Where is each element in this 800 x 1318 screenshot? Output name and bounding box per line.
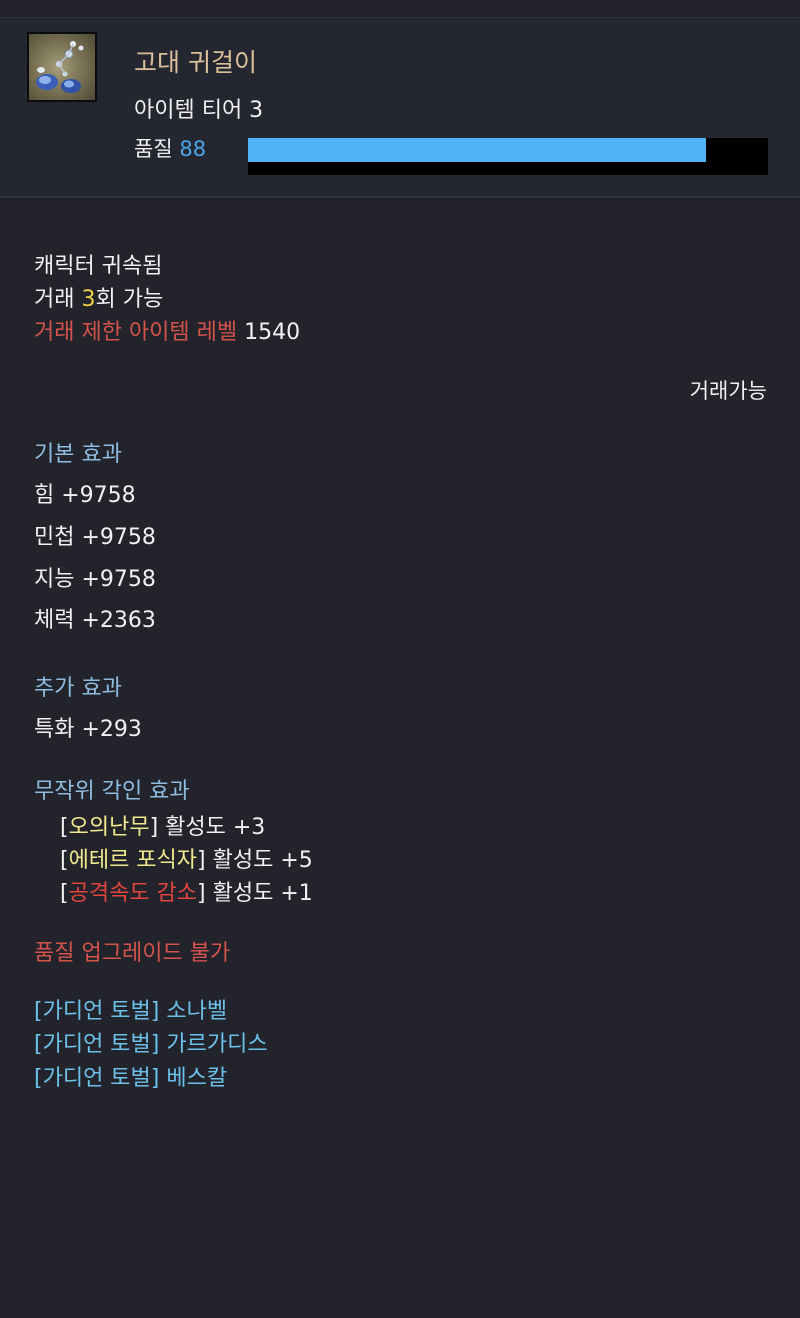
engraving-open-bracket: [	[60, 848, 69, 873]
engraving-line: [에테르 포식자] 활성도 +5	[60, 842, 313, 874]
engraving-name-negative: 공격속도 감소	[68, 881, 198, 906]
engraving-line: [공격속도 감소] 활성도 +1	[60, 875, 313, 907]
item-name: 고대 귀걸이	[134, 48, 257, 77]
quality-upgrade-unavailable: 품질 업그레이드 불가	[34, 941, 231, 966]
quality-label: 품질 88	[134, 133, 206, 163]
quality-value: 88	[179, 137, 207, 161]
engraving-close-bracket: ]	[149, 815, 159, 840]
basic-stat: 힘 +9758	[34, 483, 136, 508]
engraving-activation: 활성도 +3	[158, 815, 266, 840]
quality-bar-fill	[248, 138, 706, 162]
basic-stat: 지능 +9758	[34, 567, 156, 592]
tradeable-status: 거래가능	[689, 379, 767, 403]
trade-count-suffix: 회 가능	[95, 287, 164, 312]
basic-effect-title: 기본 효과	[34, 442, 122, 467]
basic-stat: 체력 +2363	[34, 608, 156, 633]
bound-status: 캐릭터 귀속됨	[34, 254, 163, 279]
engraving-name: 오의난무	[68, 815, 150, 840]
trade-count-prefix: 거래	[34, 287, 82, 312]
guardian-raid-source: [가디언 토벌] 소나벨	[34, 999, 228, 1024]
engraving-title: 무작위 각인 효과	[34, 779, 190, 804]
quality-label-text: 품질	[134, 137, 173, 161]
earring-icon	[27, 32, 97, 102]
basic-stat: 민첩 +9758	[34, 525, 156, 550]
item-tier: 아이템 티어 3	[134, 98, 264, 123]
engraving-line: [오의난무] 활성도 +3	[60, 809, 265, 841]
engraving-close-bracket: ]	[197, 848, 206, 873]
guardian-raid-source: [가디언 토벌] 가르가디스	[34, 1032, 268, 1057]
trade-count-number: 3	[81, 287, 96, 312]
engraving-close-bracket: ]	[197, 881, 206, 906]
engraving-open-bracket: [	[60, 815, 69, 840]
trade-restriction-level: 1540	[244, 320, 301, 345]
trade-count: 거래 3회 가능	[34, 281, 163, 313]
trade-restriction-label: 거래 제한 아이템 레벨	[34, 320, 238, 345]
extra-effect-title: 추가 효과	[34, 676, 122, 701]
engraving-open-bracket: [	[60, 881, 69, 906]
extra-stat: 특화 +293	[34, 717, 142, 742]
trade-restriction: 거래 제한 아이템 레벨 1540	[34, 314, 300, 346]
engraving-name: 에테르 포식자	[68, 848, 198, 873]
engraving-activation: 활성도 +1	[205, 881, 313, 906]
engraving-activation: 활성도 +5	[205, 848, 313, 873]
quality-bar	[248, 138, 768, 175]
guardian-raid-source: [가디언 토벌] 베스칼	[34, 1066, 228, 1091]
